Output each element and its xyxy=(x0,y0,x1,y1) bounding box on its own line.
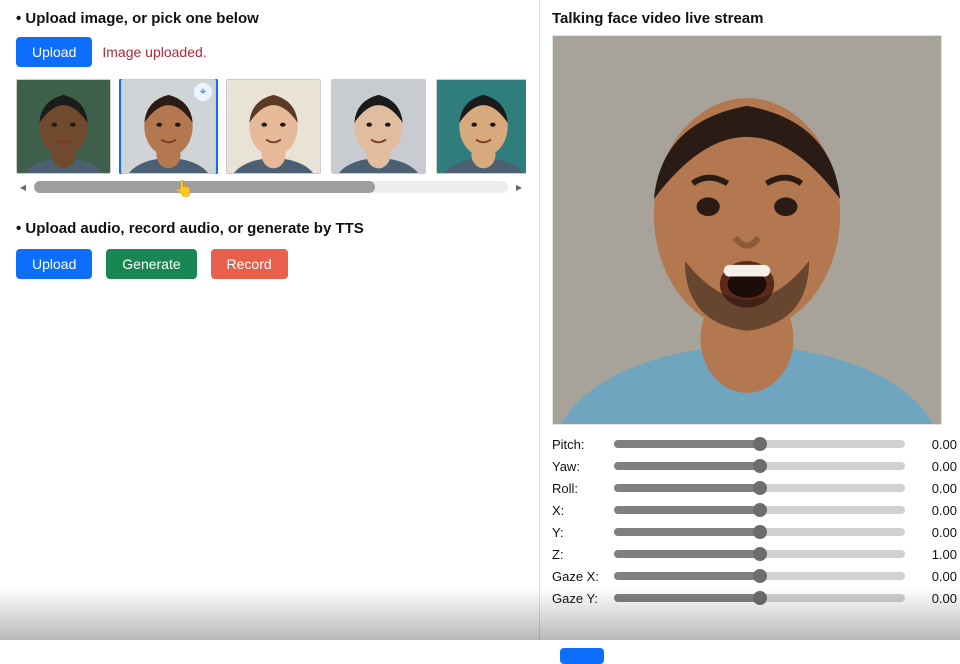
slider-fill xyxy=(614,550,760,558)
slider-label: Gaze Y: xyxy=(552,591,606,606)
target-icon: ⌖ xyxy=(194,83,212,101)
slider-knob[interactable] xyxy=(753,547,767,561)
slider-value: 0.00 xyxy=(913,481,957,496)
slider-value: 0.00 xyxy=(913,437,957,452)
slider-knob[interactable] xyxy=(753,459,767,473)
face-thumbnail-strip: ⌖ ◂ ▸ xyxy=(16,79,526,194)
slider-knob[interactable] xyxy=(753,503,767,517)
face-thumbnail[interactable]: ⌖ xyxy=(121,79,216,174)
slider-row: Roll: 0.00 xyxy=(552,477,957,499)
slider-row: Gaze X: 0.00 xyxy=(552,565,957,587)
upload-audio-button[interactable]: Upload xyxy=(16,249,92,279)
thumbnail-scrollbar-thumb[interactable] xyxy=(34,181,375,193)
scroll-left-arrow[interactable]: ◂ xyxy=(16,180,30,194)
upload-image-button[interactable]: Upload xyxy=(16,37,92,67)
slider-fill xyxy=(614,440,760,448)
slider-knob[interactable] xyxy=(753,591,767,605)
slider-track[interactable] xyxy=(614,440,905,448)
slider-label: Z: xyxy=(552,547,606,562)
stream-title: Talking face video live stream xyxy=(552,10,957,27)
slider-label: Y: xyxy=(552,525,606,540)
slider-row: Pitch: 0.00 xyxy=(552,433,957,455)
slider-value: 0.00 xyxy=(913,591,957,606)
slider-fill xyxy=(614,484,760,492)
slider-row: Z: 1.00 xyxy=(552,543,957,565)
slider-value: 0.00 xyxy=(913,569,957,584)
pose-sliders: Pitch: 0.00 Yaw: 0.00 Roll: 0.00 X: 0.00 Y: 0.00 Z… xyxy=(552,433,957,609)
face-thumbnail[interactable] xyxy=(436,79,526,174)
slider-fill xyxy=(614,572,760,580)
slider-track[interactable] xyxy=(614,462,905,470)
partial-bottom-button[interactable] xyxy=(560,648,604,664)
slider-fill xyxy=(614,462,760,470)
slider-label: Yaw: xyxy=(552,459,606,474)
slider-row: Y: 0.00 xyxy=(552,521,957,543)
slider-track[interactable] xyxy=(614,594,905,602)
slider-track[interactable] xyxy=(614,550,905,558)
slider-label: Gaze X: xyxy=(552,569,606,584)
scroll-right-arrow[interactable]: ▸ xyxy=(512,180,526,194)
slider-track[interactable] xyxy=(614,484,905,492)
slider-track[interactable] xyxy=(614,528,905,536)
slider-value: 0.00 xyxy=(913,525,957,540)
generate-audio-button[interactable]: Generate xyxy=(106,249,196,279)
video-stream xyxy=(552,35,942,425)
face-thumbnail[interactable] xyxy=(226,79,321,174)
thumbnail-scrollbar[interactable] xyxy=(34,181,508,193)
slider-value: 1.00 xyxy=(913,547,957,562)
slider-label: Pitch: xyxy=(552,437,606,452)
audio-section-title: Upload audio, record audio, or generate … xyxy=(16,220,523,237)
slider-knob[interactable] xyxy=(753,569,767,583)
slider-row: Gaze Y: 0.00 xyxy=(552,587,957,609)
slider-track[interactable] xyxy=(614,572,905,580)
image-section-title: Upload image, or pick one below xyxy=(16,10,523,27)
slider-fill xyxy=(614,594,760,602)
slider-value: 0.00 xyxy=(913,459,957,474)
face-thumbnail[interactable] xyxy=(16,79,111,174)
slider-value: 0.00 xyxy=(913,503,957,518)
slider-label: X: xyxy=(552,503,606,518)
face-thumbnail[interactable] xyxy=(331,79,426,174)
slider-knob[interactable] xyxy=(753,525,767,539)
slider-fill xyxy=(614,528,760,536)
slider-fill xyxy=(614,506,760,514)
slider-label: Roll: xyxy=(552,481,606,496)
slider-knob[interactable] xyxy=(753,437,767,451)
slider-row: X: 0.00 xyxy=(552,499,957,521)
slider-track[interactable] xyxy=(614,506,905,514)
slider-row: Yaw: 0.00 xyxy=(552,455,957,477)
record-audio-button[interactable]: Record xyxy=(211,249,288,279)
slider-knob[interactable] xyxy=(753,481,767,495)
upload-status: Image uploaded. xyxy=(102,44,206,60)
